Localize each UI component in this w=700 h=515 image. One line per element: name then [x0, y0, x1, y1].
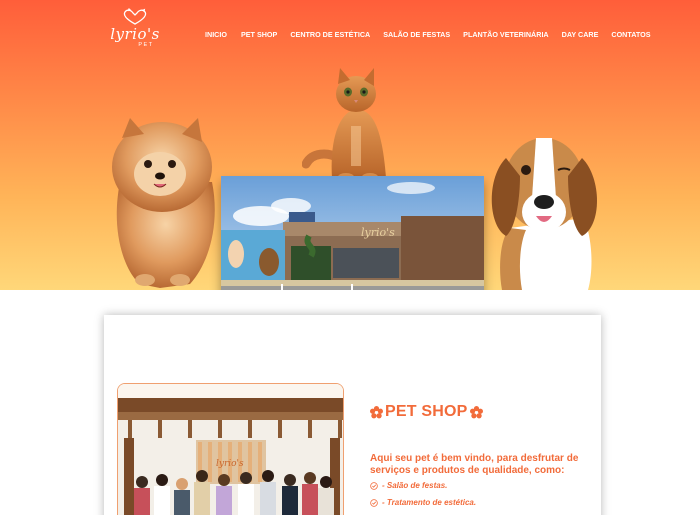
store-sign-text: lyrio's: [361, 226, 395, 239]
cat-dog-heart-icon: [123, 8, 147, 25]
service-item-label: - Salão de festas.: [382, 481, 448, 490]
nav-item-plantao-veterinaria[interactable]: PLANTÃO VETERINÁRIA: [463, 29, 548, 41]
section-title-text: PET SHOP: [385, 403, 468, 420]
pomeranian-dog-image: [112, 118, 215, 288]
brand-logo-text: lyrio's: [110, 25, 160, 43]
main-navigation: INICIO PET SHOP CENTRO DE ESTÉTICA SALÃO…: [205, 29, 651, 41]
beagle-dog-image: [491, 138, 597, 290]
service-item: - Tratamento de estética.: [370, 498, 476, 507]
nav-item-centro-de-estetica[interactable]: CENTRO DE ESTÉTICA: [290, 29, 370, 41]
service-item-label: - Tratamento de estética.: [382, 498, 477, 507]
shop-wall-sign-text: lyrio's: [216, 459, 244, 469]
pet-shop-card: lyrio's PET SHOP Aqui seu pet é bem vind…: [104, 315, 601, 515]
brand-logo-subtext: PET: [138, 42, 154, 48]
nav-item-day-care[interactable]: DAY CARE: [562, 29, 599, 41]
cat-image: [302, 68, 386, 180]
section-title: PET SHOP: [370, 403, 483, 421]
hibiscus-icon: [469, 405, 483, 418]
nav-item-inicio[interactable]: INICIO: [205, 29, 227, 41]
nav-item-pet-shop[interactable]: PET SHOP: [241, 29, 277, 41]
nav-item-contatos[interactable]: CONTATOS: [611, 29, 650, 41]
section-intro-text: Aqui seu pet é bem vindo, para desfrutar…: [370, 453, 579, 476]
store-front-photo: lyrio's: [221, 176, 484, 290]
nav-item-salao-de-festas[interactable]: SALÃO DE FESTAS: [383, 29, 450, 41]
hero-banner: lyrio's PET INICIO PET SHOP CENTRO DE ES…: [0, 0, 700, 290]
pet-shop-group-photo: lyrio's: [117, 383, 344, 515]
brand-logo[interactable]: lyrio's PET: [110, 8, 160, 54]
check-circle-icon: [370, 481, 378, 490]
check-circle-icon: [370, 498, 378, 507]
service-item: - Salão de festas.: [370, 481, 476, 490]
services-list: - Salão de festas. - Tratamento de estét…: [370, 481, 476, 515]
hibiscus-icon: [370, 405, 383, 418]
